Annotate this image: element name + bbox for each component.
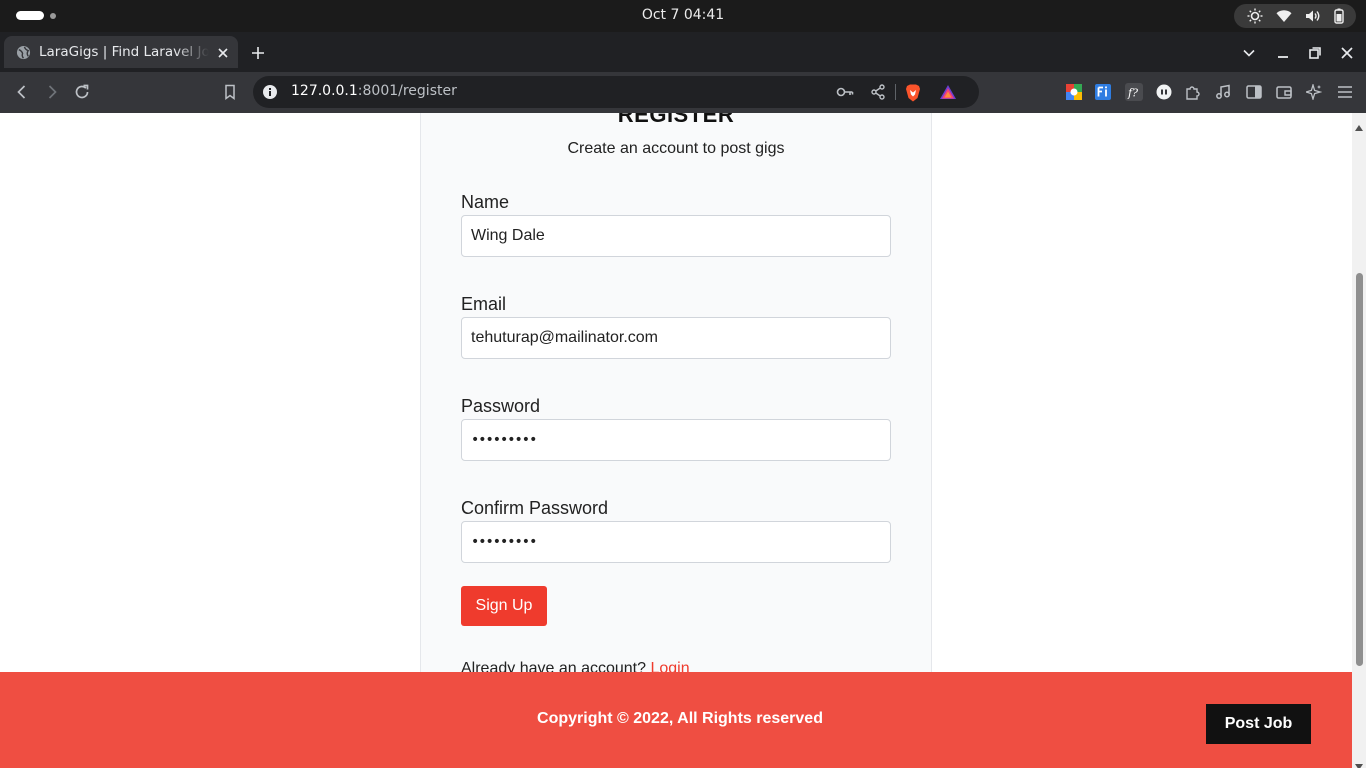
wifi-icon xyxy=(1276,9,1292,23)
extensions-puzzle-icon[interactable] xyxy=(1185,84,1201,104)
close-window-icon[interactable] xyxy=(1340,45,1354,64)
volume-icon xyxy=(1305,9,1321,23)
tab-search-chevron-icon[interactable] xyxy=(1242,45,1256,64)
brave-rewards-icon[interactable] xyxy=(939,84,957,104)
system-tray[interactable] xyxy=(1234,4,1356,28)
scroll-down-arrow-icon[interactable] xyxy=(1355,755,1363,768)
extension-circle-icon[interactable] xyxy=(1156,84,1172,104)
name-label: Name xyxy=(461,192,510,212)
new-tab-icon[interactable] xyxy=(251,45,265,64)
wallet-icon[interactable] xyxy=(1276,84,1292,104)
extension-fi-icon[interactable] xyxy=(1095,84,1111,104)
menu-icon[interactable] xyxy=(1337,84,1353,104)
share-icon[interactable] xyxy=(870,84,886,104)
sidebar-icon[interactable] xyxy=(1246,84,1262,104)
confirm-password-label: Confirm Password xyxy=(461,498,609,518)
url-text[interactable]: 127.0.0.1:8001/register xyxy=(291,83,457,99)
page-scrollbar[interactable] xyxy=(1352,113,1366,768)
scrollbar-thumb[interactable] xyxy=(1356,273,1363,666)
browser-toolbar: 127.0.0.1:8001/register f? xyxy=(0,72,1366,113)
site-info-icon[interactable] xyxy=(262,84,278,104)
tab-title: LaraGigs | Find Laravel Jobs & Projects xyxy=(39,44,209,60)
media-controls-icon[interactable] xyxy=(1215,84,1231,104)
browser-tab-strip: LaraGigs | Find Laravel Jobs & Projects xyxy=(0,32,1366,72)
email-label: Email xyxy=(461,294,507,314)
battery-icon xyxy=(1333,8,1344,24)
extension-formula-icon[interactable]: f? xyxy=(1125,83,1143,105)
password-field[interactable] xyxy=(461,419,891,461)
name-field[interactable] xyxy=(461,215,891,257)
forward-icon[interactable] xyxy=(44,84,60,104)
maximize-icon[interactable] xyxy=(1308,45,1322,64)
email-field[interactable] xyxy=(461,317,891,359)
confirm-password-field[interactable] xyxy=(461,521,891,563)
password-label: Password xyxy=(461,396,541,416)
leo-ai-icon[interactable] xyxy=(1303,82,1323,104)
password-key-icon[interactable] xyxy=(836,84,854,104)
back-icon[interactable] xyxy=(14,84,30,104)
register-heading: REGISTER xyxy=(617,113,735,127)
page-footer: Copyright © 2022, All Rights reserved Po… xyxy=(0,672,1352,768)
register-subtitle: Create an account to post gigs xyxy=(567,140,785,157)
browser-tab[interactable]: LaraGigs | Find Laravel Jobs & Projects xyxy=(4,36,238,68)
system-clock[interactable]: Oct 7 04:41 xyxy=(0,7,1366,23)
address-bar[interactable]: 127.0.0.1:8001/register xyxy=(253,76,979,108)
register-card: REGISTER Create an account to post gigs … xyxy=(420,113,932,723)
brave-shields-icon[interactable] xyxy=(905,84,921,106)
system-top-bar: Oct 7 04:41 xyxy=(0,0,1366,32)
post-job-button[interactable]: Post Job xyxy=(1206,704,1311,744)
reload-icon[interactable] xyxy=(74,84,90,104)
scroll-up-arrow-icon[interactable] xyxy=(1355,116,1363,135)
globe-icon xyxy=(16,45,31,64)
url-path: :8001/register xyxy=(357,83,457,99)
url-host: 127.0.0.1 xyxy=(291,83,358,99)
omnibox-separator xyxy=(895,84,896,100)
sign-up-button[interactable]: Sign Up xyxy=(461,586,547,626)
bookmark-icon[interactable] xyxy=(222,84,238,104)
brightness-icon xyxy=(1247,8,1263,24)
close-tab-icon[interactable] xyxy=(216,45,230,64)
svg-text:f?: f? xyxy=(1127,87,1138,100)
extension-colorful-icon[interactable] xyxy=(1066,84,1082,104)
minimize-icon[interactable] xyxy=(1276,45,1290,64)
copyright-text: Copyright © 2022, All Rights reserved xyxy=(537,710,823,727)
page-viewport: REGISTER Create an account to post gigs … xyxy=(0,113,1352,768)
